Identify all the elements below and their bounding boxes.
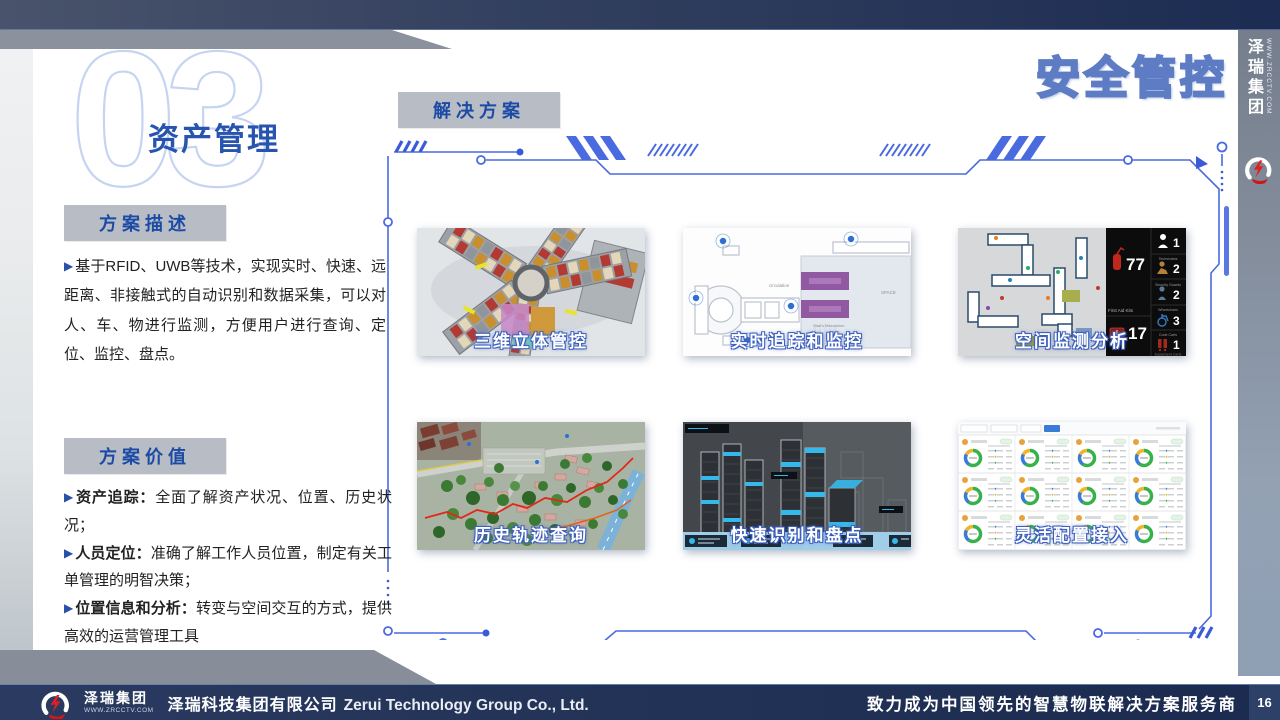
footer-bar: 泽瑞集团 WWW.ZRCCTV.COM 泽瑞科技集团有限公司 Zerui Tech…: [0, 684, 1280, 720]
bullet-arrow-icon: ▶: [64, 490, 74, 504]
value-bullet-label: 人员定位：: [75, 545, 150, 562]
thumb-quick-inventory: 快速识别和盘点: [683, 422, 911, 550]
circuit-frame: [378, 126, 1234, 640]
bottom-gray-wedge: [0, 650, 436, 684]
footer-company: 泽瑞科技集团有限公司 Zerui Technology Group Co., Lt…: [168, 691, 589, 715]
left-photo-strip: [0, 30, 33, 676]
slide: WWW.ZRCCTV.COM 泽瑞集团 安全管控 03 资产管理 方案描述 ▶基…: [0, 0, 1280, 720]
counter-value: 2: [1173, 288, 1180, 302]
brand-vertical: WWW.ZRCCTV.COM 泽瑞集团: [1241, 38, 1272, 118]
thumb-caption: 实时追踪和监控: [683, 327, 911, 352]
brand-name: 泽瑞集团: [1241, 38, 1265, 118]
description-header: 方案描述: [64, 205, 226, 241]
counter-label: Equipment Carts: [1155, 353, 1182, 357]
value-header: 方案价值: [64, 438, 226, 474]
counter-label: Wheelchairs: [1158, 308, 1178, 312]
plan-label: SPACE: [881, 290, 896, 295]
top-band: [0, 0, 1280, 30]
counter-value: 2: [1173, 262, 1180, 276]
counter-value: 3: [1173, 314, 1180, 328]
description-text: 基于RFID、UWB等技术，实现实时、快速、远距离、非接触式的自动识别和数据采集…: [64, 258, 386, 363]
thumb-caption: 历史轨迹查询: [417, 521, 645, 546]
plan-label: circulation: [769, 283, 790, 288]
corner-title: 安全管控: [1036, 42, 1228, 106]
thumb-space-monitoring: 77 First Aid Kits 17 1 Technicians 2 Sec…: [958, 228, 1186, 356]
brand-url: WWW.ZRCCTV.COM: [84, 707, 154, 714]
top-gray-wedge: [0, 30, 452, 49]
counter-label: Security Guards: [1155, 283, 1181, 287]
thumb-3d-control: 三维立体管控: [417, 228, 645, 356]
thumb-caption: 空间监测分析: [958, 327, 1186, 352]
brand-url: WWW.ZRCCTV.COM: [1265, 38, 1272, 118]
thumb-caption: 三维立体管控: [417, 327, 645, 352]
company-name-cn: 泽瑞科技集团有限公司: [168, 697, 338, 714]
counter-value: 1: [1173, 236, 1180, 250]
solution-header: 解决方案: [398, 92, 560, 128]
thumb-history-trail: 历史轨迹查询: [417, 422, 645, 550]
counter-label: Technicians: [1159, 257, 1178, 261]
page-number: 16: [1249, 685, 1280, 720]
gauge-value: 77: [1126, 255, 1145, 274]
thumb-caption: 灵活配置接入: [958, 521, 1186, 546]
description-body: ▶基于RFID、UWB等技术，实现实时、快速、远距离、非接触式的自动识别和数据采…: [64, 252, 386, 369]
footer-slogan: 致力成为中国领先的智慧物联解决方案服务商: [867, 691, 1237, 715]
page-title: 资产管理: [148, 114, 280, 159]
thumb-caption: 快速识别和盘点: [683, 521, 911, 546]
thumb-realtime-tracking: circulation SPACE Stair's Mezzanine 实时追踪…: [683, 228, 911, 356]
company-name-en: Zerui Technology Group Co., Ltd.: [344, 697, 589, 714]
bullet-arrow-icon: ▶: [64, 601, 73, 615]
brand-name: 泽瑞集团: [84, 691, 154, 706]
thumb-flexible-config: 灵活配置接入: [958, 422, 1186, 550]
gauge-label: First Aid Kits: [1108, 308, 1134, 313]
value-bullet-label: 位置信息和分析：: [75, 600, 196, 617]
company-logo-icon: [1242, 152, 1276, 184]
bullet-arrow-icon: ▶: [64, 259, 73, 273]
bullet-arrow-icon: ▶: [64, 546, 73, 560]
footer-brand: 泽瑞集团 WWW.ZRCCTV.COM: [84, 691, 154, 714]
company-logo-icon: [36, 687, 76, 719]
right-photo-strip: WWW.ZRCCTV.COM 泽瑞集团: [1238, 30, 1280, 676]
value-body: ▶资产追踪：全面了解资产状况、位置、历史状况； ▶人员定位：准确了解工作人员位置…: [64, 484, 392, 651]
value-bullet-label: 资产追踪：: [76, 489, 155, 506]
